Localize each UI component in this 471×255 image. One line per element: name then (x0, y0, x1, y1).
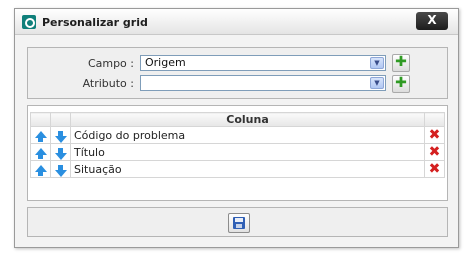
close-button[interactable]: X (416, 12, 448, 30)
row-label: Código do problema (70, 126, 425, 144)
add-atributo-button[interactable]: ✚ (392, 75, 410, 93)
move-down-button[interactable] (50, 143, 71, 161)
floppy-disk-icon (233, 217, 245, 229)
columns-table: Coluna Código do problema ✖ Título ✖ Sit… (30, 112, 445, 178)
save-button[interactable] (228, 213, 250, 233)
table-header-row: Coluna (30, 112, 445, 127)
delete-button[interactable]: ✖ (424, 160, 445, 178)
move-down-button[interactable] (50, 126, 71, 144)
delete-button[interactable]: ✖ (424, 126, 445, 144)
campo-select[interactable]: Origem ▼ (140, 55, 386, 71)
actions-panel (27, 207, 448, 237)
delete-button[interactable]: ✖ (424, 143, 445, 161)
header-blank (424, 112, 445, 127)
red-x-icon[interactable]: ✖ (429, 127, 441, 143)
red-x-icon[interactable]: ✖ (429, 161, 441, 177)
arrow-down-icon[interactable] (54, 130, 67, 143)
personalizar-grid-dialog: Personalizar grid X Campo : Origem ▼ ✚ A… (14, 8, 459, 248)
move-down-button[interactable] (50, 160, 71, 178)
plus-icon: ✚ (395, 75, 407, 91)
arrow-up-icon[interactable] (34, 130, 47, 142)
dialog-titlebar: Personalizar grid X (15, 9, 458, 35)
arrow-down-icon[interactable] (54, 164, 67, 177)
plus-icon: ✚ (395, 54, 407, 70)
arrow-up-icon[interactable] (34, 164, 47, 176)
header-blank (30, 112, 51, 127)
table-row: Código do problema ✖ (30, 126, 445, 144)
dialog-title: Personalizar grid (42, 16, 148, 29)
campo-select-value: Origem (145, 56, 186, 69)
add-campo-button[interactable]: ✚ (392, 54, 410, 72)
row-label: Situação (70, 160, 425, 178)
move-up-button[interactable] (30, 160, 51, 178)
move-up-button[interactable] (30, 143, 51, 161)
atributo-label: Atributo : (82, 77, 134, 90)
arrow-down-icon[interactable] (54, 147, 67, 160)
table-row: Título ✖ (30, 143, 445, 161)
app-logo-icon (22, 15, 36, 29)
chevron-down-icon[interactable]: ▼ (370, 57, 384, 69)
columns-panel: Coluna Código do problema ✖ Título ✖ Sit… (27, 105, 448, 201)
chevron-down-icon[interactable]: ▼ (370, 77, 384, 89)
move-up-button[interactable] (30, 126, 51, 144)
header-blank (50, 112, 71, 127)
row-label: Título (70, 143, 425, 161)
red-x-icon[interactable]: ✖ (429, 144, 441, 160)
campo-label: Campo : (87, 57, 134, 70)
atributo-select[interactable]: ▼ (140, 75, 386, 91)
arrow-up-icon[interactable] (34, 147, 47, 159)
column-header: Coluna (70, 112, 425, 127)
table-row: Situação ✖ (30, 160, 445, 178)
field-panel: Campo : Origem ▼ ✚ Atributo : ▼ ✚ (27, 47, 448, 99)
